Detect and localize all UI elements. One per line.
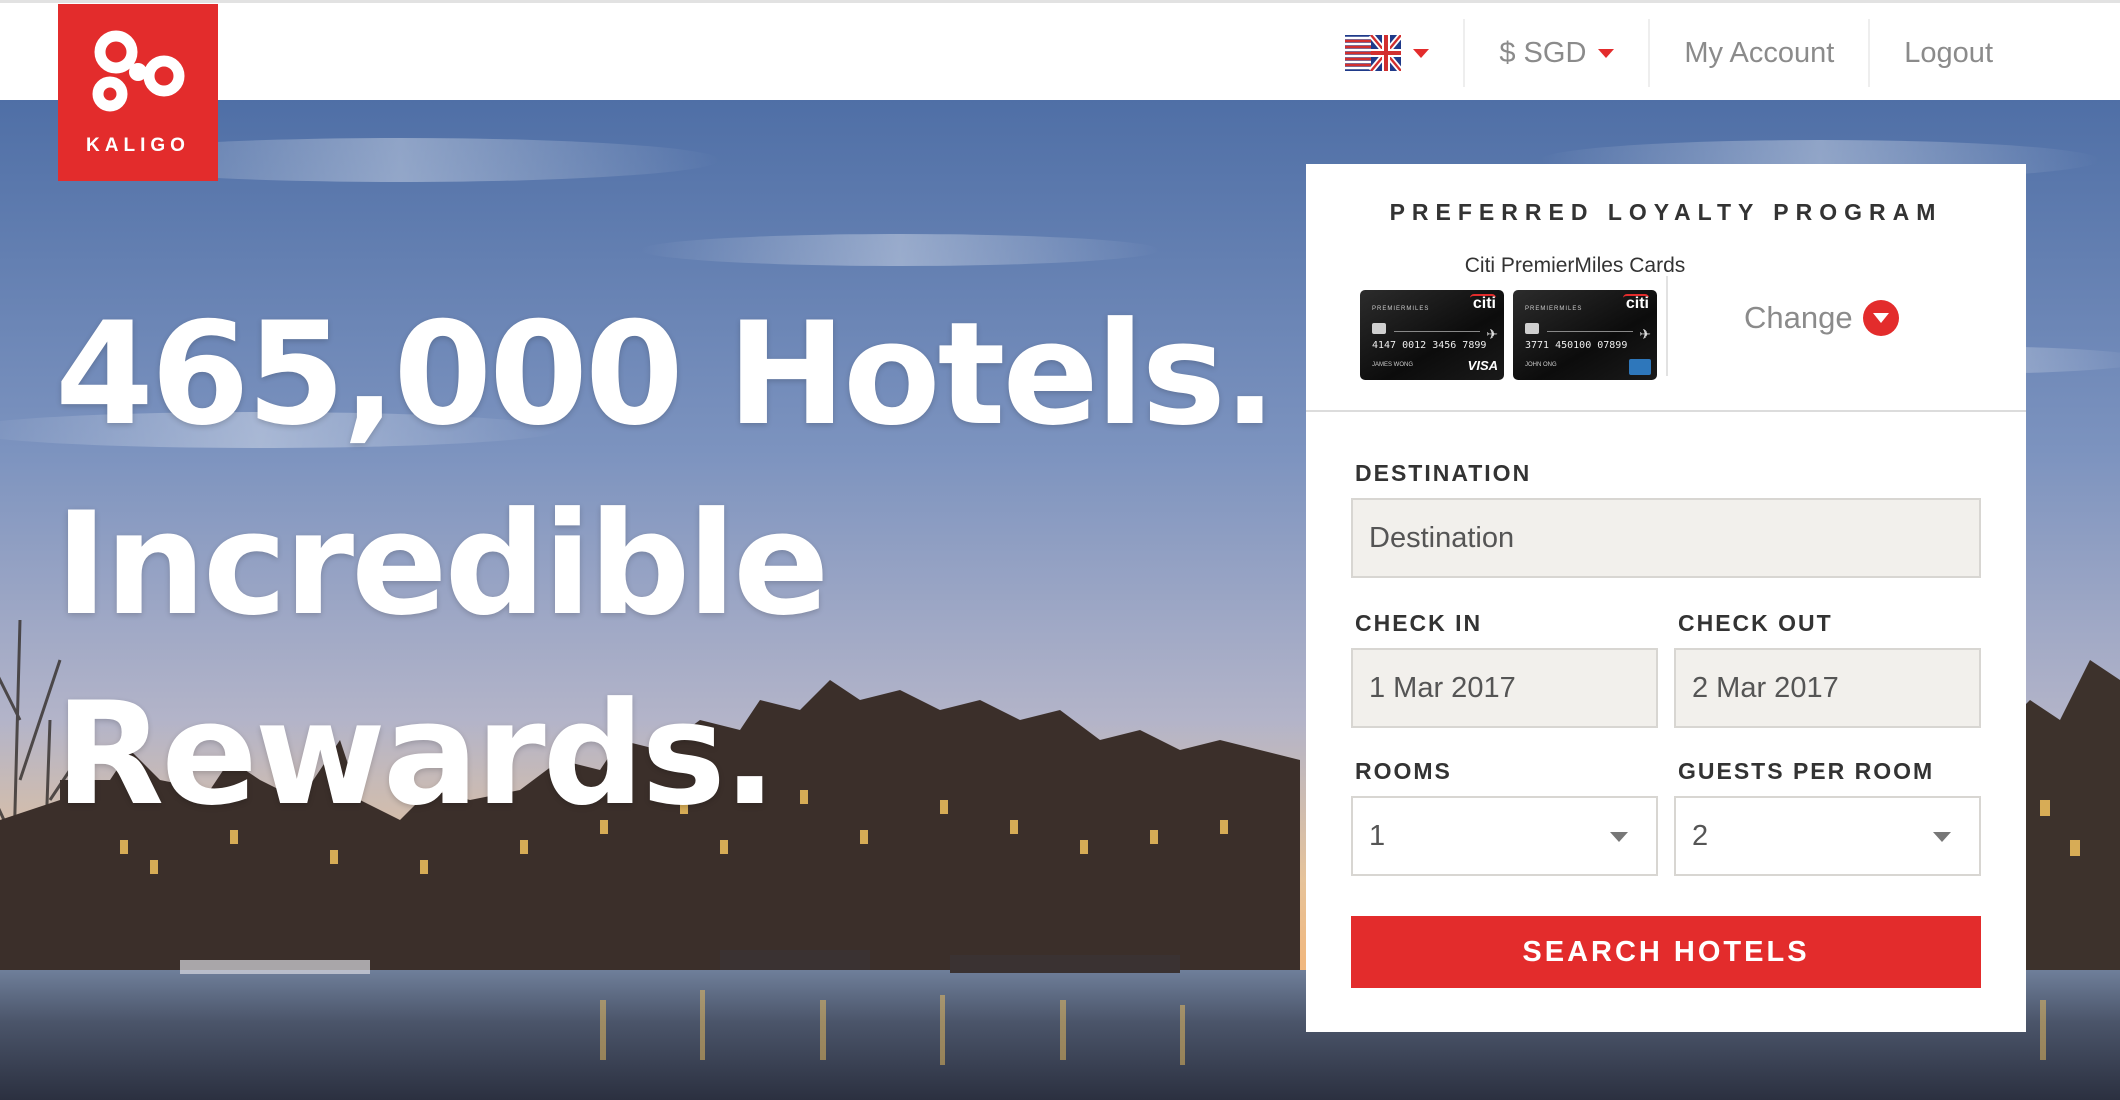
visa-logo: VISA bbox=[1467, 358, 1498, 373]
logo-text: KALIGO bbox=[86, 135, 190, 156]
guests-per-room-select[interactable]: 2 bbox=[1674, 796, 1981, 876]
check-out-label: CHECK OUT bbox=[1678, 610, 1833, 636]
guests-per-room-label: GUESTS PER ROOM bbox=[1678, 758, 1935, 784]
search-hotels-button[interactable]: SEARCH HOTELS bbox=[1351, 916, 1981, 988]
change-label: Change bbox=[1744, 300, 1853, 335]
check-out-date-input[interactable] bbox=[1674, 648, 1981, 728]
language-caret-icon bbox=[1413, 48, 1430, 58]
card-program: PREMIERMILES bbox=[1372, 306, 1430, 312]
citi-visa-card-image: citi PREMIERMILES ✈ 4147 0012 3456 7899 … bbox=[1360, 290, 1504, 380]
logout-link[interactable]: Logout bbox=[1870, 19, 2120, 87]
hero-line-2: Incredible bbox=[55, 482, 829, 647]
card-number: 4147 0012 3456 7899 bbox=[1372, 340, 1487, 351]
chevron-down-icon bbox=[1610, 832, 1628, 842]
currency-label: $ SGD bbox=[1499, 36, 1587, 69]
panel-divider bbox=[1306, 410, 2026, 412]
plane-icon: ✈ bbox=[1639, 326, 1651, 342]
rooms-label: ROOMS bbox=[1355, 758, 1452, 784]
chevron-down-icon bbox=[1933, 832, 1951, 842]
card-program: PREMIERMILES bbox=[1525, 306, 1583, 312]
language-selector[interactable] bbox=[1311, 19, 1466, 87]
my-account-link[interactable]: My Account bbox=[1650, 19, 1871, 87]
currency-selector[interactable]: $ SGD bbox=[1465, 19, 1651, 87]
destination-label: DESTINATION bbox=[1355, 460, 1532, 486]
kaligo-flower-icon bbox=[92, 30, 185, 112]
rooms-value: 1 bbox=[1369, 819, 1386, 852]
change-program-button[interactable]: Change bbox=[1744, 300, 1899, 336]
cards-divider bbox=[1666, 276, 1668, 376]
card-chip bbox=[1525, 323, 1539, 334]
hero-line-1: 465,000 Hotels. bbox=[55, 292, 1277, 457]
hero-line-3: Rewards. bbox=[55, 672, 777, 837]
check-in-label: CHECK IN bbox=[1355, 610, 1483, 636]
top-nav: $ SGD My Account Logout bbox=[1311, 3, 2120, 103]
top-navigation-bar: $ SGD My Account Logout bbox=[0, 0, 2120, 100]
citi-amex-card-image: citi PREMIERMILES ✈ 3771 450100 07899 JO… bbox=[1513, 290, 1657, 380]
card-number: 3771 450100 07899 bbox=[1525, 340, 1628, 351]
guests-value: 2 bbox=[1692, 819, 1709, 852]
card-chip bbox=[1372, 323, 1386, 334]
loyalty-program-name: Citi PremierMiles Cards bbox=[1464, 254, 1686, 277]
card-stripe bbox=[1394, 331, 1480, 332]
card-holder: JOHN ONG bbox=[1525, 362, 1557, 368]
uk-flag-icon bbox=[1345, 35, 1402, 71]
card-brand: citi bbox=[1625, 295, 1649, 312]
chevron-down-circle-icon bbox=[1862, 300, 1899, 336]
plane-icon: ✈ bbox=[1486, 326, 1498, 342]
kaligo-logo[interactable]: KALIGO bbox=[58, 4, 218, 181]
card-brand: citi bbox=[1472, 295, 1496, 312]
rooms-select[interactable]: 1 bbox=[1351, 796, 1658, 876]
card-holder: JAMES WONG bbox=[1372, 362, 1414, 368]
hero-headline: 465,000 Hotels. Incredible Rewards. bbox=[55, 280, 1277, 850]
currency-caret-icon bbox=[1598, 48, 1615, 58]
card-stripe bbox=[1547, 331, 1633, 332]
destination-input[interactable] bbox=[1351, 498, 1981, 578]
hotel-search-panel: PREFERRED LOYALTY PROGRAM Citi PremierMi… bbox=[1306, 164, 2026, 1032]
loyalty-program-title: PREFERRED LOYALTY PROGRAM bbox=[1389, 199, 1943, 225]
check-in-date-input[interactable] bbox=[1351, 648, 1658, 728]
amex-logo-icon bbox=[1629, 359, 1651, 375]
